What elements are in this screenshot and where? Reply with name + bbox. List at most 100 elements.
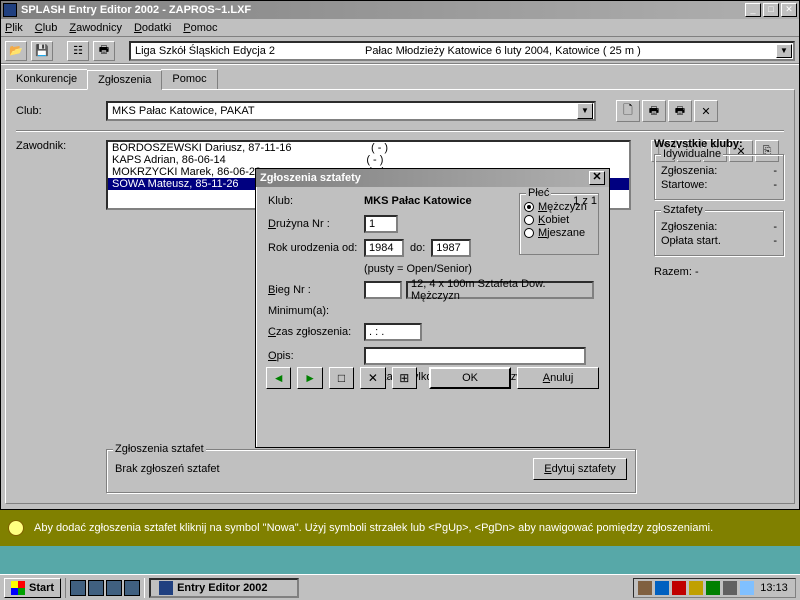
opis-label: Opis: (268, 350, 364, 362)
app-icon (159, 581, 173, 595)
ql-icon[interactable] (106, 580, 122, 596)
minimize-button[interactable]: _ (745, 3, 761, 17)
druzyna-label: Drużyna Nr : (268, 218, 364, 230)
event-combo-right: Pałac Młodzieży Katowice 6 luty 2004, Ka… (365, 45, 641, 57)
druzyna-input[interactable]: 1 (364, 215, 398, 233)
cancel-button[interactable]: Anuluj (517, 367, 599, 389)
tray-icon[interactable] (672, 581, 686, 595)
menu-plik[interactable]: Plik (5, 22, 23, 34)
clock[interactable]: 13:13 (757, 582, 791, 594)
tab-zgloszenia[interactable]: Zgłoszenia (87, 70, 162, 90)
club-label: Club: (16, 105, 106, 117)
radio-mixed[interactable]: Mjeszane (524, 227, 594, 239)
print-icon[interactable] (642, 100, 666, 122)
bieg-num-input[interactable] (364, 281, 402, 299)
print2-icon[interactable] (668, 100, 692, 122)
dialog-buttons: OK Anuluj (266, 367, 599, 389)
club-row: Club: MKS Pałac Katowice, PAKAT ▼ (16, 100, 784, 122)
tab-strip: Konkurencje Zgłoszenia Pomoc (1, 65, 799, 89)
tray-icon[interactable] (723, 581, 737, 595)
open-icon[interactable] (5, 41, 27, 61)
dialog-title: Zgłoszenia sztafety (260, 172, 589, 184)
ql-icon[interactable] (124, 580, 140, 596)
bieg-label: Bieg Nr : (268, 284, 364, 296)
taskbar-app-button[interactable]: Entry Editor 2002 (149, 578, 299, 598)
windows-logo-icon (11, 581, 25, 595)
title-text: SPLASH Entry Editor 2002 - ZAPROS~1.LXF (21, 4, 745, 16)
group-individual-label: Idywidualne (661, 148, 723, 160)
radio-female[interactable]: Kobiet (524, 214, 594, 226)
toolbar: ☷ Liga Szkół Śląskich Edycja 2 Pałac Mło… (1, 37, 799, 65)
chevron-down-icon[interactable]: ▼ (776, 44, 792, 58)
edit-relays-button[interactable]: Edytuj sztafety (533, 458, 627, 480)
taskbar: Start Entry Editor 2002 13:13 (0, 574, 800, 600)
event-combo-left: Liga Szkół Śląskich Edycja 2 (135, 45, 365, 57)
group-relay: Sztafety Zgłoszenia:- Opłata start.- (654, 210, 784, 256)
ok-button[interactable]: OK (429, 367, 511, 389)
save-icon[interactable] (31, 41, 53, 61)
dialog-titlebar[interactable]: Zgłoszenia sztafety ✕ (256, 169, 609, 187)
opis-input[interactable] (364, 347, 586, 365)
new-icon[interactable] (616, 100, 640, 122)
rok-to-label: do: (410, 242, 425, 254)
tab-konkurencje[interactable]: Konkurencje (5, 69, 88, 89)
plec-group: Płeć Mężczyzn Kobiet Mjeszane (519, 193, 599, 255)
bieg-desc[interactable]: 12, 4 x 100m Sztafeta Dow. Mężczyzn (406, 281, 594, 299)
system-tray: 13:13 (633, 578, 796, 598)
rok-note: (pusty = Open/Senior) (364, 263, 472, 275)
tray-icon[interactable] (638, 581, 652, 595)
menu-club[interactable]: Club (35, 22, 58, 34)
club-value: MKS Pałac Katowice, PAKAT (112, 105, 255, 117)
czas-label: Czas zgłoszenia: (268, 326, 364, 338)
relay-entries-group: Zgłoszenia sztafet Brak zgłoszeń sztafet… (106, 449, 636, 493)
radio-male[interactable]: Mężczyzn (524, 201, 594, 213)
ql-icon[interactable] (88, 580, 104, 596)
prev-button[interactable] (266, 367, 291, 389)
tool-btn-3[interactable]: ☷ (67, 41, 89, 61)
menu-dodatki[interactable]: Dodatki (134, 22, 171, 34)
razem-row: Razem: - (654, 266, 784, 278)
delete-icon[interactable] (694, 100, 718, 122)
radio-icon (524, 215, 534, 225)
menubar: Plik Club Zawodnicy Dodatki Pomoc (1, 19, 799, 37)
radio-icon (524, 202, 534, 212)
grid-button[interactable] (392, 367, 417, 389)
titlebar: SPLASH Entry Editor 2002 - ZAPROS~1.LXF … (1, 1, 799, 19)
czas-input[interactable]: . : . (364, 323, 422, 341)
klub-label: Klub: (268, 195, 364, 207)
rok-label: Rok urodzenia od: (268, 242, 364, 254)
menu-pomoc[interactable]: Pomoc (183, 22, 217, 34)
menu-zawodnicy[interactable]: Zawodnicy (69, 22, 122, 34)
tray-icon[interactable] (740, 581, 754, 595)
list-item[interactable]: KAPS Adrian, 86-06-14 ( - ) (108, 154, 629, 166)
list-item[interactable]: BORDOSZEWSKI Dariusz, 87-11-16 ( - ) (108, 142, 629, 154)
chevron-down-icon[interactable]: ▼ (577, 103, 593, 119)
delete-button[interactable] (360, 367, 385, 389)
ql-icon[interactable] (70, 580, 86, 596)
tray-icon[interactable] (706, 581, 720, 595)
group-individual: Idywidualne Zgłoszenia:- Startowe:- (654, 154, 784, 200)
radio-icon (524, 228, 534, 238)
tray-icon[interactable] (655, 581, 669, 595)
next-button[interactable] (297, 367, 322, 389)
quick-launch (65, 578, 145, 598)
close-icon[interactable]: ✕ (589, 171, 605, 185)
club-actions (616, 100, 718, 122)
min-label: Minimum(a): (268, 305, 364, 317)
rok-to-input[interactable]: 1987 (431, 239, 471, 257)
start-button[interactable]: Start (4, 578, 61, 598)
relay-entry-dialog: Zgłoszenia sztafety ✕ Klub: MKS Pałac Ka… (255, 168, 610, 448)
event-combo[interactable]: Liga Szkół Śląskich Edycja 2 Pałac Młodz… (129, 41, 795, 61)
maximize-button[interactable]: □ (763, 3, 779, 17)
tray-icon[interactable] (689, 581, 703, 595)
club-combo[interactable]: MKS Pałac Katowice, PAKAT ▼ (106, 101, 596, 121)
klub-value: MKS Pałac Katowice (364, 195, 472, 207)
close-button[interactable]: ✕ (781, 3, 797, 17)
print-icon[interactable] (93, 41, 115, 61)
rok-from-input[interactable]: 1984 (364, 239, 404, 257)
zawodnik-label: Zawodnik: (16, 140, 106, 152)
new-button[interactable] (329, 367, 354, 389)
summary-panel: Wszystkie kluby: Idywidualne Zgłoszenia:… (654, 138, 784, 278)
tab-pomoc[interactable]: Pomoc (161, 69, 217, 89)
plec-label: Płeć (526, 187, 551, 199)
